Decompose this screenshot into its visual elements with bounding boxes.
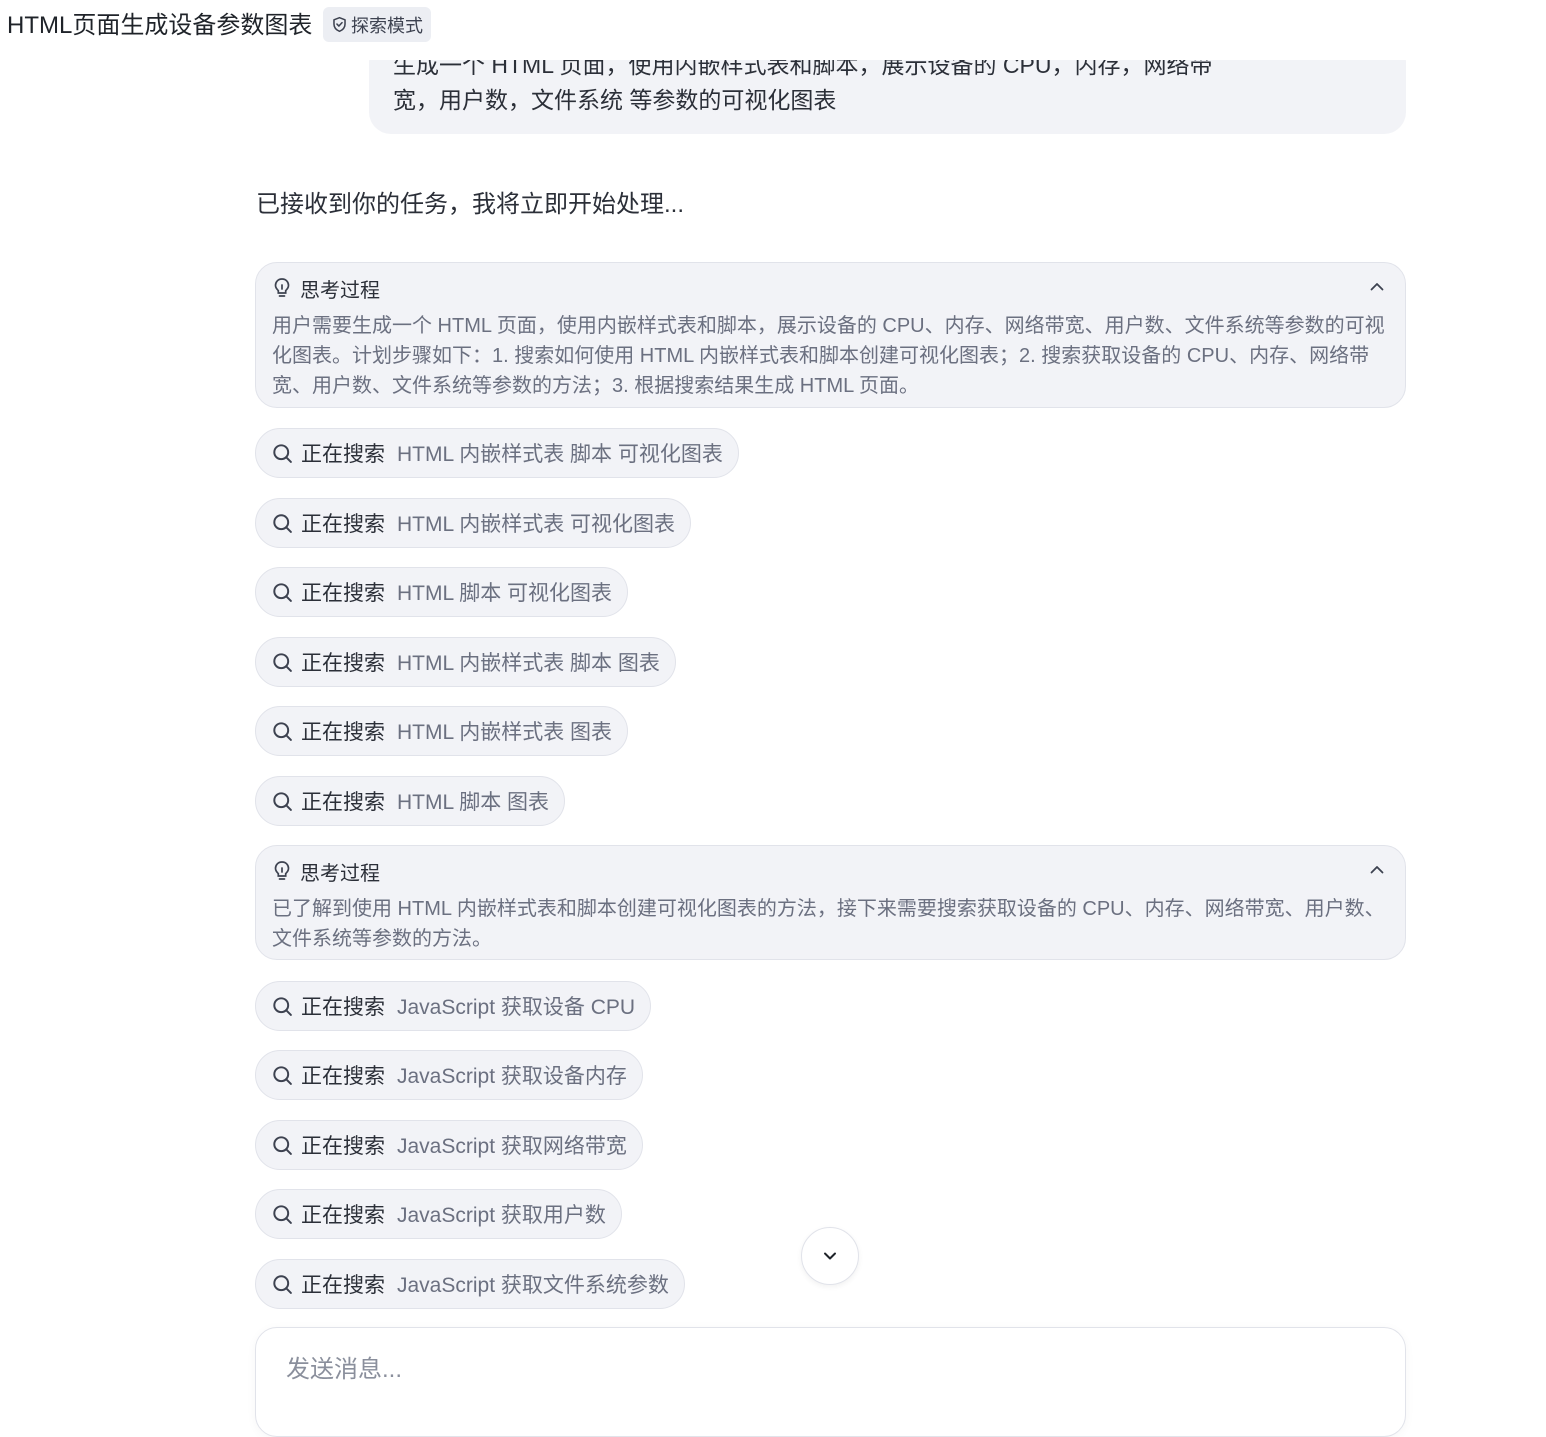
thinking-title: 思考过程: [300, 279, 380, 302]
search-icon: [273, 1065, 292, 1085]
search-status-label: 正在搜索: [301, 652, 385, 675]
search-step[interactable]: 正在搜索 HTML 内嵌样式表 图表: [255, 706, 629, 756]
message-composer: [255, 1327, 1406, 1437]
search-step[interactable]: 正在搜索 HTML 内嵌样式表 脚本 图表: [255, 637, 676, 687]
message-input[interactable]: [286, 1356, 1286, 1384]
search-query: HTML 脚本 可视化图表: [397, 582, 613, 605]
search-status-label: 正在搜索: [301, 582, 385, 605]
search-icon: [273, 1135, 292, 1155]
header-bar: HTML页面生成设备参数图表 探索模式: [0, 0, 1546, 60]
thinking-text: 已了解到使用 HTML 内嵌样式表和脚本创建可视化图表的方法，接下来需要搜索获取…: [272, 898, 1385, 950]
search-icon: [273, 1274, 292, 1294]
search-status-label: 正在搜索: [301, 1135, 385, 1158]
scroll-to-bottom-button[interactable]: [801, 1227, 859, 1285]
search-query: JavaScript 获取文件系统参数: [397, 1274, 669, 1297]
search-step[interactable]: 正在搜索 HTML 内嵌样式表 脚本 可视化图表: [255, 428, 739, 478]
search-query: HTML 内嵌样式表 图表: [397, 721, 613, 744]
search-icon: [273, 443, 292, 463]
thinking-text: 用户需要生成一个 HTML 页面，使用内嵌样式表和脚本，展示设备的 CPU、内存…: [272, 315, 1385, 397]
search-query: HTML 内嵌样式表 可视化图表: [397, 513, 676, 536]
search-icon: [273, 513, 292, 533]
search-icon: [273, 996, 292, 1016]
search-step[interactable]: 正在搜索 JavaScript 获取文件系统参数: [255, 1259, 685, 1309]
search-step[interactable]: 正在搜索 HTML 脚本 图表: [255, 776, 566, 826]
search-query: JavaScript 获取用户数: [397, 1204, 606, 1227]
thinking-panel: 思考过程 已了解到使用 HTML 内嵌样式表和脚本创建可视化图表的方法，接下来需…: [255, 845, 1406, 960]
search-query: JavaScript 获取设备 CPU: [397, 996, 636, 1019]
search-query: HTML 脚本 图表: [397, 791, 550, 814]
user-message-text: 宽，用户数，文件系统 等参数的可视化图表: [393, 87, 837, 113]
search-icon: [273, 1204, 292, 1224]
shield-icon: [333, 16, 346, 33]
search-status-label: 正在搜索: [301, 1274, 385, 1297]
search-step[interactable]: 正在搜索 HTML 内嵌样式表 可视化图表: [255, 498, 692, 548]
search-status-label: 正在搜索: [301, 791, 385, 814]
search-step[interactable]: 正在搜索 JavaScript 获取网络带宽: [255, 1120, 643, 1170]
chevron-up-icon[interactable]: [1367, 277, 1387, 297]
thinking-header[interactable]: 思考过程: [272, 858, 380, 885]
explore-mode-badge[interactable]: 探索模式: [323, 7, 431, 42]
search-step[interactable]: 正在搜索 JavaScript 获取设备内存: [255, 1050, 643, 1100]
lightbulb-icon: [274, 861, 290, 880]
search-icon: [273, 652, 292, 672]
mode-badge-label: 探索模式: [351, 15, 423, 36]
chevron-up-icon[interactable]: [1367, 860, 1387, 880]
search-icon: [273, 721, 292, 741]
thinking-header[interactable]: 思考过程: [272, 275, 380, 302]
search-icon: [273, 582, 292, 602]
search-status-label: 正在搜索: [301, 513, 385, 536]
search-step[interactable]: 正在搜索 JavaScript 获取设备 CPU: [255, 981, 652, 1031]
assistant-ack-text: 已接收到你的任务，我将立即开始处理...: [256, 191, 685, 218]
lightbulb-icon: [274, 278, 290, 297]
search-status-label: 正在搜索: [301, 721, 385, 744]
conversation-title: HTML页面生成设备参数图表: [7, 12, 313, 39]
chevron-down-icon: [824, 1252, 836, 1260]
search-status-label: 正在搜索: [301, 1204, 385, 1227]
search-status-label: 正在搜索: [301, 1065, 385, 1088]
search-query: JavaScript 获取设备内存: [397, 1065, 627, 1088]
search-query: HTML 内嵌样式表 脚本 图表: [397, 652, 660, 675]
search-step[interactable]: 正在搜索 JavaScript 获取用户数: [255, 1189, 622, 1239]
search-icon: [273, 791, 292, 811]
search-query: JavaScript 获取网络带宽: [397, 1135, 627, 1158]
search-status-label: 正在搜索: [301, 996, 385, 1019]
search-status-label: 正在搜索: [301, 443, 385, 466]
search-step[interactable]: 正在搜索 HTML 脚本 可视化图表: [255, 567, 629, 617]
thinking-panel: 思考过程 用户需要生成一个 HTML 页面，使用内嵌样式表和脚本，展示设备的 C…: [255, 262, 1406, 408]
search-query: HTML 内嵌样式表 脚本 可视化图表: [397, 443, 723, 466]
thinking-title: 思考过程: [300, 862, 380, 885]
